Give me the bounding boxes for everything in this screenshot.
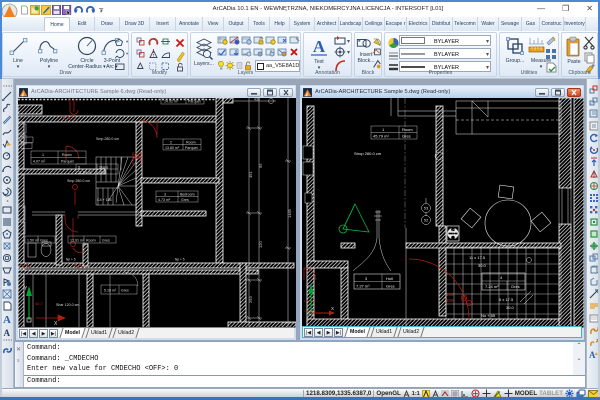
svg-text:40,7: 40,7 [35,301,44,306]
svg-text:▾: ▾ [126,51,129,56]
svg-text:30.0: 30.0 [478,263,487,268]
svg-text:Np + 5: Np + 5 [175,258,185,262]
svg-text:Parquet: Parquet [188,100,201,104]
svg-text:11 x 17.5: 11 x 17.5 [469,255,486,260]
svg-text:5.18 m²: 5.18 m² [104,289,117,293]
svg-text:13.91 m²: 13.91 m² [70,239,85,243]
svg-text:Room: Room [62,153,72,157]
svg-text:30.0: 30.0 [506,305,515,310]
svg-text:4.73 m²: 4.73 m² [158,198,171,202]
svg-text:1485: 1485 [287,208,292,218]
svg-text:430: 430 [254,98,260,102]
svg-text:1.50 m²: 1.50 m² [27,239,40,243]
svg-text:4.07 m²: 4.07 m² [33,160,46,164]
svg-text:3: 3 [164,193,166,197]
svg-text:11.64 m²: 11.64 m² [78,170,93,174]
svg-text:▾: ▾ [347,50,350,56]
svg-text:13.80 m²: 13.80 m² [165,146,180,150]
svg-text:5 x 17.5: 5 x 17.5 [499,297,514,302]
svg-text:No + 85: No + 85 [481,313,496,318]
svg-text:451: 451 [248,171,253,178]
svg-text:293: 293 [248,296,253,303]
svg-text:A: A [3,314,11,325]
svg-text:100: 100 [446,292,454,297]
svg-text:A: A [4,328,11,337]
svg-text:Holl: Holl [386,276,393,281]
svg-text:Bedroom: Bedroom [180,193,195,197]
svg-text:Gres: Gres [181,198,189,202]
svg-text:▾: ▾ [347,39,350,45]
svg-text:Smp 280.0 cm: Smp 280.0 cm [67,179,90,183]
svg-text:120: 120 [451,229,456,236]
svg-text:X: X [331,306,334,311]
svg-text:Gres: Gres [402,134,411,139]
svg-text:52: 52 [424,218,429,223]
svg-text:A: A [313,37,326,56]
svg-text:Gres: Gres [99,170,107,174]
svg-text:Gres: Gres [386,284,395,289]
svg-text:Gres: Gres [121,289,129,293]
svg-text:Parquet: Parquet [185,146,198,150]
svg-text:5: 5 [78,166,80,170]
svg-text:120: 120 [258,241,263,248]
svg-text:7.24 m²: 7.24 m² [485,284,499,289]
svg-text:Strop 280.0 cm: Strop 280.0 cm [354,151,382,156]
svg-text:209: 209 [446,298,454,303]
svg-text:Smp 280.0 cm: Smp 280.0 cm [96,137,119,141]
svg-text:Parquet: Parquet [61,160,74,164]
svg-text:95: 95 [258,163,263,168]
svg-text:1: 1 [42,153,44,157]
svg-text:Shar 120.0 cm: Shar 120.0 cm [56,303,79,307]
svg-text:Gres: Gres [102,239,110,243]
svg-text:Room: Room [86,239,96,243]
svg-text:2: 2 [170,141,172,145]
svg-text:Np + 5: Np + 5 [66,258,76,262]
svg-text:14.02 m²: 14.02 m² [164,100,179,104]
svg-text:A: A [589,350,596,359]
svg-text:53: 53 [424,206,429,211]
svg-text:Gres: Gres [511,284,520,289]
svg-text:▾: ▾ [126,39,129,44]
svg-text:Gres: Gres [40,239,48,243]
svg-text:7.27 m²: 7.27 m² [356,284,370,289]
svg-text:Room: Room [402,127,413,132]
svg-text:Y: Y [306,284,309,289]
svg-text:Stairs: Stairs [99,166,108,170]
svg-text:45.79 m²: 45.79 m² [373,134,389,139]
svg-text:C4 + 105: C4 + 105 [97,198,112,202]
svg-text:Room: Room [186,141,196,145]
